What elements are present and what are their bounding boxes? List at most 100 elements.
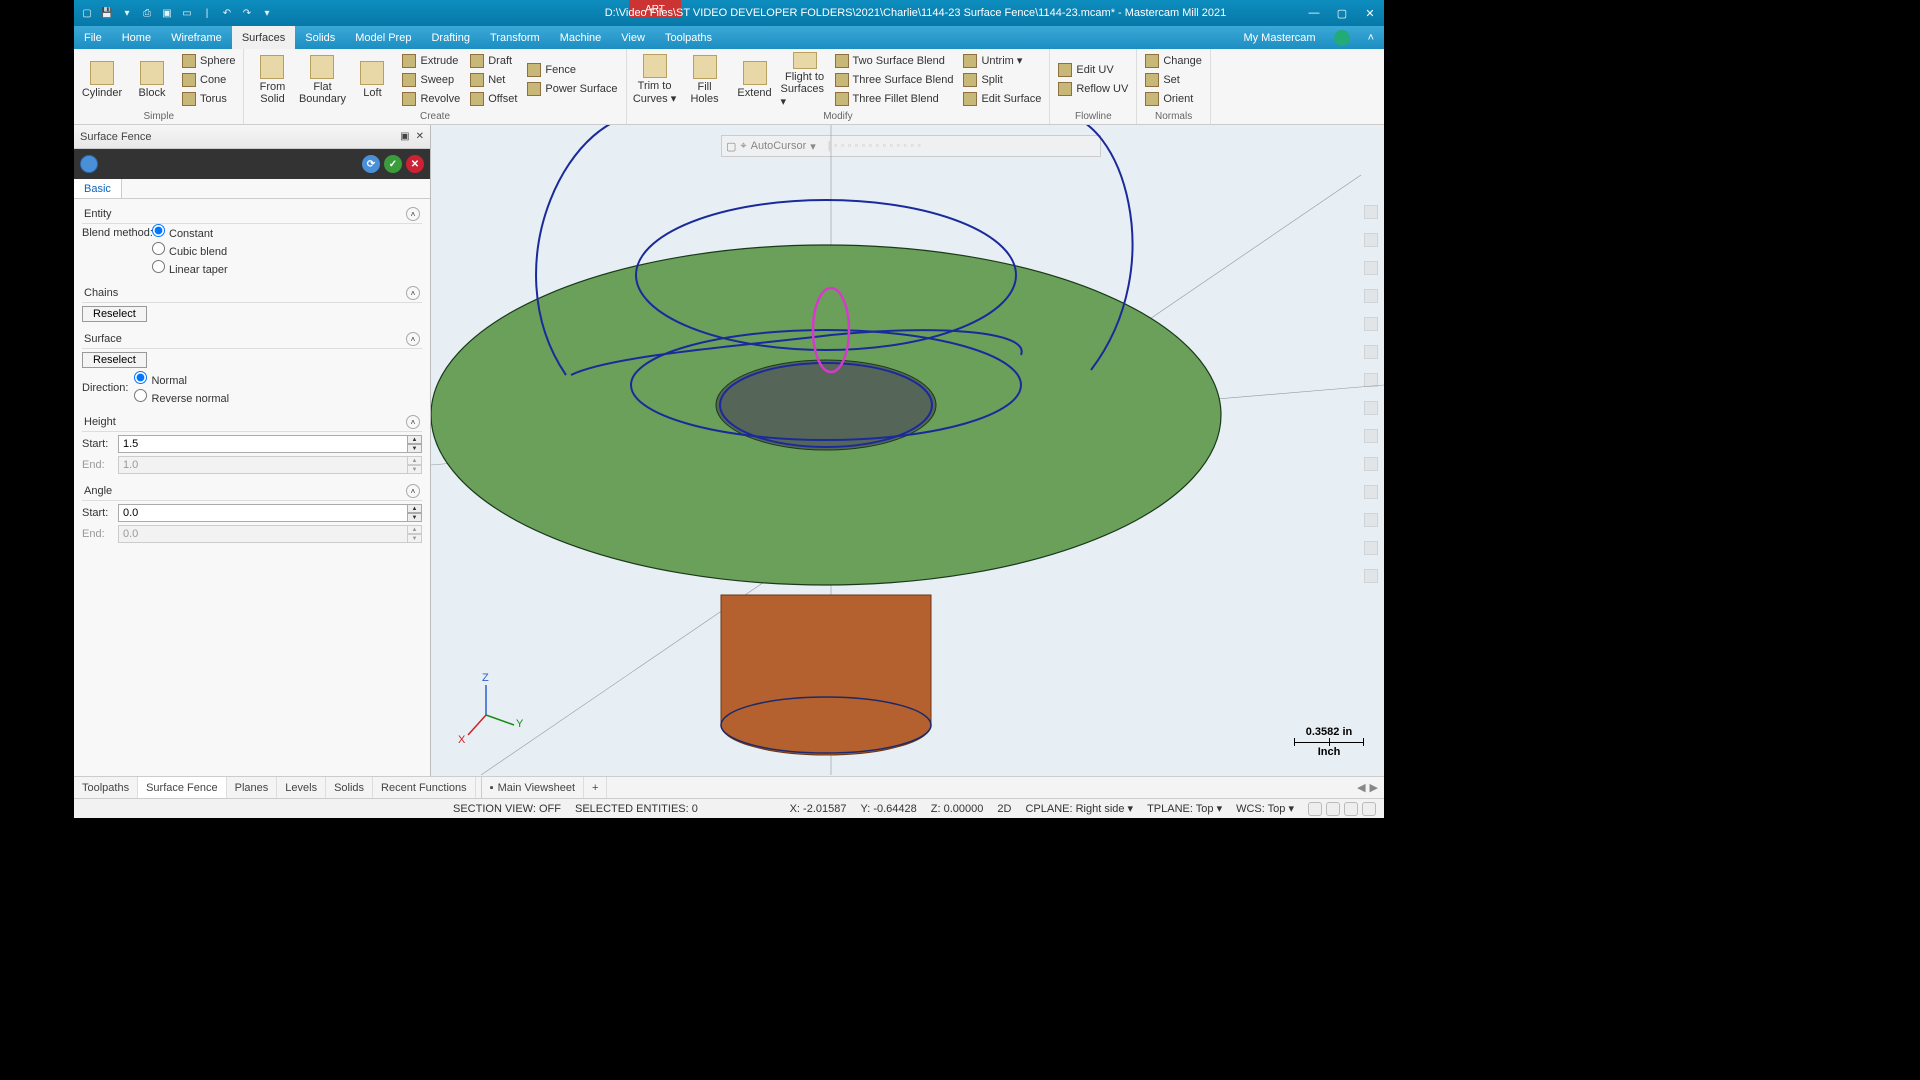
print-icon[interactable]: ⎙: [140, 6, 154, 20]
redo-icon[interactable]: ↷: [240, 6, 254, 20]
reflow-uv-button[interactable]: Reflow UV: [1054, 80, 1132, 98]
avatar-icon[interactable]: [1334, 30, 1350, 46]
menu-view[interactable]: View: [611, 26, 655, 49]
split-button[interactable]: Split: [959, 71, 1045, 89]
tab-recent[interactable]: Recent Functions: [373, 777, 476, 798]
set-button[interactable]: Set: [1141, 71, 1206, 89]
mode-2d[interactable]: 2D: [997, 803, 1011, 815]
spin-down-icon[interactable]: ▼: [408, 513, 422, 522]
menu-toolpaths[interactable]: Toolpaths: [655, 26, 722, 49]
sb-icon[interactable]: [1362, 802, 1376, 816]
ok-button[interactable]: ✓: [384, 155, 402, 173]
radio-normal[interactable]: Normal: [134, 371, 229, 387]
menu-home[interactable]: Home: [112, 26, 161, 49]
tplane-selector[interactable]: TPLANE: Top ▾: [1147, 802, 1222, 815]
net-button[interactable]: Net: [466, 71, 521, 89]
undo-icon[interactable]: ↶: [220, 6, 234, 20]
save-icon[interactable]: 💾: [100, 6, 114, 20]
menu-surfaces[interactable]: Surfaces: [232, 26, 295, 49]
spin-up-icon[interactable]: ▲: [408, 435, 422, 444]
chevron-up-icon[interactable]: ˄: [406, 415, 420, 429]
three-fillet-blend-button[interactable]: Three Fillet Blend: [831, 90, 958, 108]
sb-icon[interactable]: [1308, 802, 1322, 816]
chevron-up-icon[interactable]: ˄: [406, 332, 420, 346]
help-icon[interactable]: [80, 155, 98, 173]
monitor-icon[interactable]: ▭: [180, 6, 194, 20]
spin-up-icon[interactable]: ▲: [408, 504, 422, 513]
menu-modelprep[interactable]: Model Prep: [345, 26, 421, 49]
radio-linear[interactable]: Linear taper: [152, 260, 422, 276]
ribbon-collapse-icon[interactable]: ˄: [1358, 26, 1384, 49]
close-button[interactable]: ✕: [1356, 0, 1384, 26]
new-icon[interactable]: ▢: [80, 6, 94, 20]
wcs-selector[interactable]: WCS: Top ▾: [1236, 802, 1294, 815]
block-button[interactable]: Block: [128, 52, 176, 108]
draft-button[interactable]: Draft: [466, 52, 521, 70]
tab-surface-fence[interactable]: Surface Fence: [138, 777, 227, 798]
qat-more-icon[interactable]: ▾: [260, 6, 274, 20]
tab-levels[interactable]: Levels: [277, 777, 326, 798]
orient-button[interactable]: Orient: [1141, 90, 1206, 108]
menu-drafting[interactable]: Drafting: [421, 26, 480, 49]
radio-cubic[interactable]: Cubic blend: [152, 242, 422, 258]
torus-button[interactable]: Torus: [178, 90, 239, 108]
chevron-up-icon[interactable]: ˄: [406, 484, 420, 498]
screen-icon[interactable]: ▣: [160, 6, 174, 20]
trim-to-curves-button[interactable]: Trim toCurves ▾: [631, 52, 679, 108]
viewsheet-tab[interactable]: ▪Main Viewsheet: [482, 777, 584, 798]
scroll-right-icon[interactable]: ▶: [1370, 781, 1378, 794]
chevron-up-icon[interactable]: ˄: [406, 286, 420, 300]
cone-button[interactable]: Cone: [178, 71, 239, 89]
chevron-up-icon[interactable]: ˄: [406, 207, 420, 221]
panel-close-icon[interactable]: ✕: [416, 131, 424, 142]
tab-planes[interactable]: Planes: [227, 777, 278, 798]
menu-file[interactable]: File: [74, 26, 112, 49]
panel-pin-icon[interactable]: ▣: [400, 131, 409, 142]
sweep-button[interactable]: Sweep: [398, 71, 464, 89]
open-icon[interactable]: ▾: [120, 6, 134, 20]
extrude-button[interactable]: Extrude: [398, 52, 464, 70]
apply-new-button[interactable]: ⟳: [362, 155, 380, 173]
extend-button[interactable]: Extend: [731, 52, 779, 108]
cancel-button[interactable]: ✕: [406, 155, 424, 173]
add-viewsheet-button[interactable]: +: [584, 777, 607, 798]
spin-down-icon[interactable]: ▼: [408, 444, 422, 453]
menu-mymastercam[interactable]: My Mastercam: [1233, 26, 1325, 49]
angle-start-input[interactable]: [118, 504, 408, 522]
chains-reselect-button[interactable]: Reselect: [82, 306, 147, 322]
menu-machine[interactable]: Machine: [550, 26, 612, 49]
offset-button[interactable]: Offset: [466, 90, 521, 108]
cylinder-button[interactable]: Cylinder: [78, 52, 126, 108]
maximize-button[interactable]: ▢: [1328, 0, 1356, 26]
sphere-button[interactable]: Sphere: [178, 52, 239, 70]
minimize-button[interactable]: —: [1300, 0, 1328, 26]
fill-holes-button[interactable]: FillHoles: [681, 52, 729, 108]
cplane-selector[interactable]: CPLANE: Right side ▾: [1025, 802, 1133, 815]
fence-button[interactable]: Fence: [523, 61, 621, 79]
two-surface-blend-button[interactable]: Two Surface Blend: [831, 52, 958, 70]
change-button[interactable]: Change: [1141, 52, 1206, 70]
from-solid-button[interactable]: FromSolid: [248, 52, 296, 108]
untrim-button[interactable]: Untrim ▾: [959, 52, 1045, 70]
section-view-status[interactable]: SECTION VIEW: OFF: [453, 803, 561, 815]
sb-icon[interactable]: [1344, 802, 1358, 816]
scroll-left-icon[interactable]: ◀: [1357, 781, 1365, 794]
menu-wireframe[interactable]: Wireframe: [161, 26, 232, 49]
surface-reselect-button[interactable]: Reselect: [82, 352, 147, 368]
tab-basic[interactable]: Basic: [74, 179, 122, 198]
revolve-button[interactable]: Revolve: [398, 90, 464, 108]
height-start-input[interactable]: [118, 435, 408, 453]
three-surface-blend-button[interactable]: Three Surface Blend: [831, 71, 958, 89]
menu-solids[interactable]: Solids: [295, 26, 345, 49]
radio-constant[interactable]: Constant: [152, 224, 422, 240]
tab-toolpaths[interactable]: Toolpaths: [74, 777, 138, 798]
sb-icon[interactable]: [1326, 802, 1340, 816]
viewport[interactable]: ▢⌖AutoCursor▾ | ◦ ◦ ◦ ◦ ◦ ◦ ◦ ◦ ◦ ◦ ◦ ◦ …: [431, 125, 1384, 776]
edit-uv-button[interactable]: Edit UV: [1054, 61, 1132, 79]
edit-surface-button[interactable]: Edit Surface: [959, 90, 1045, 108]
flight-to-surfaces-button[interactable]: Flight toSurfaces ▾: [781, 52, 829, 108]
menu-transform[interactable]: Transform: [480, 26, 550, 49]
flat-boundary-button[interactable]: FlatBoundary: [298, 52, 346, 108]
power-surface-button[interactable]: Power Surface: [523, 80, 621, 98]
tab-solids[interactable]: Solids: [326, 777, 373, 798]
